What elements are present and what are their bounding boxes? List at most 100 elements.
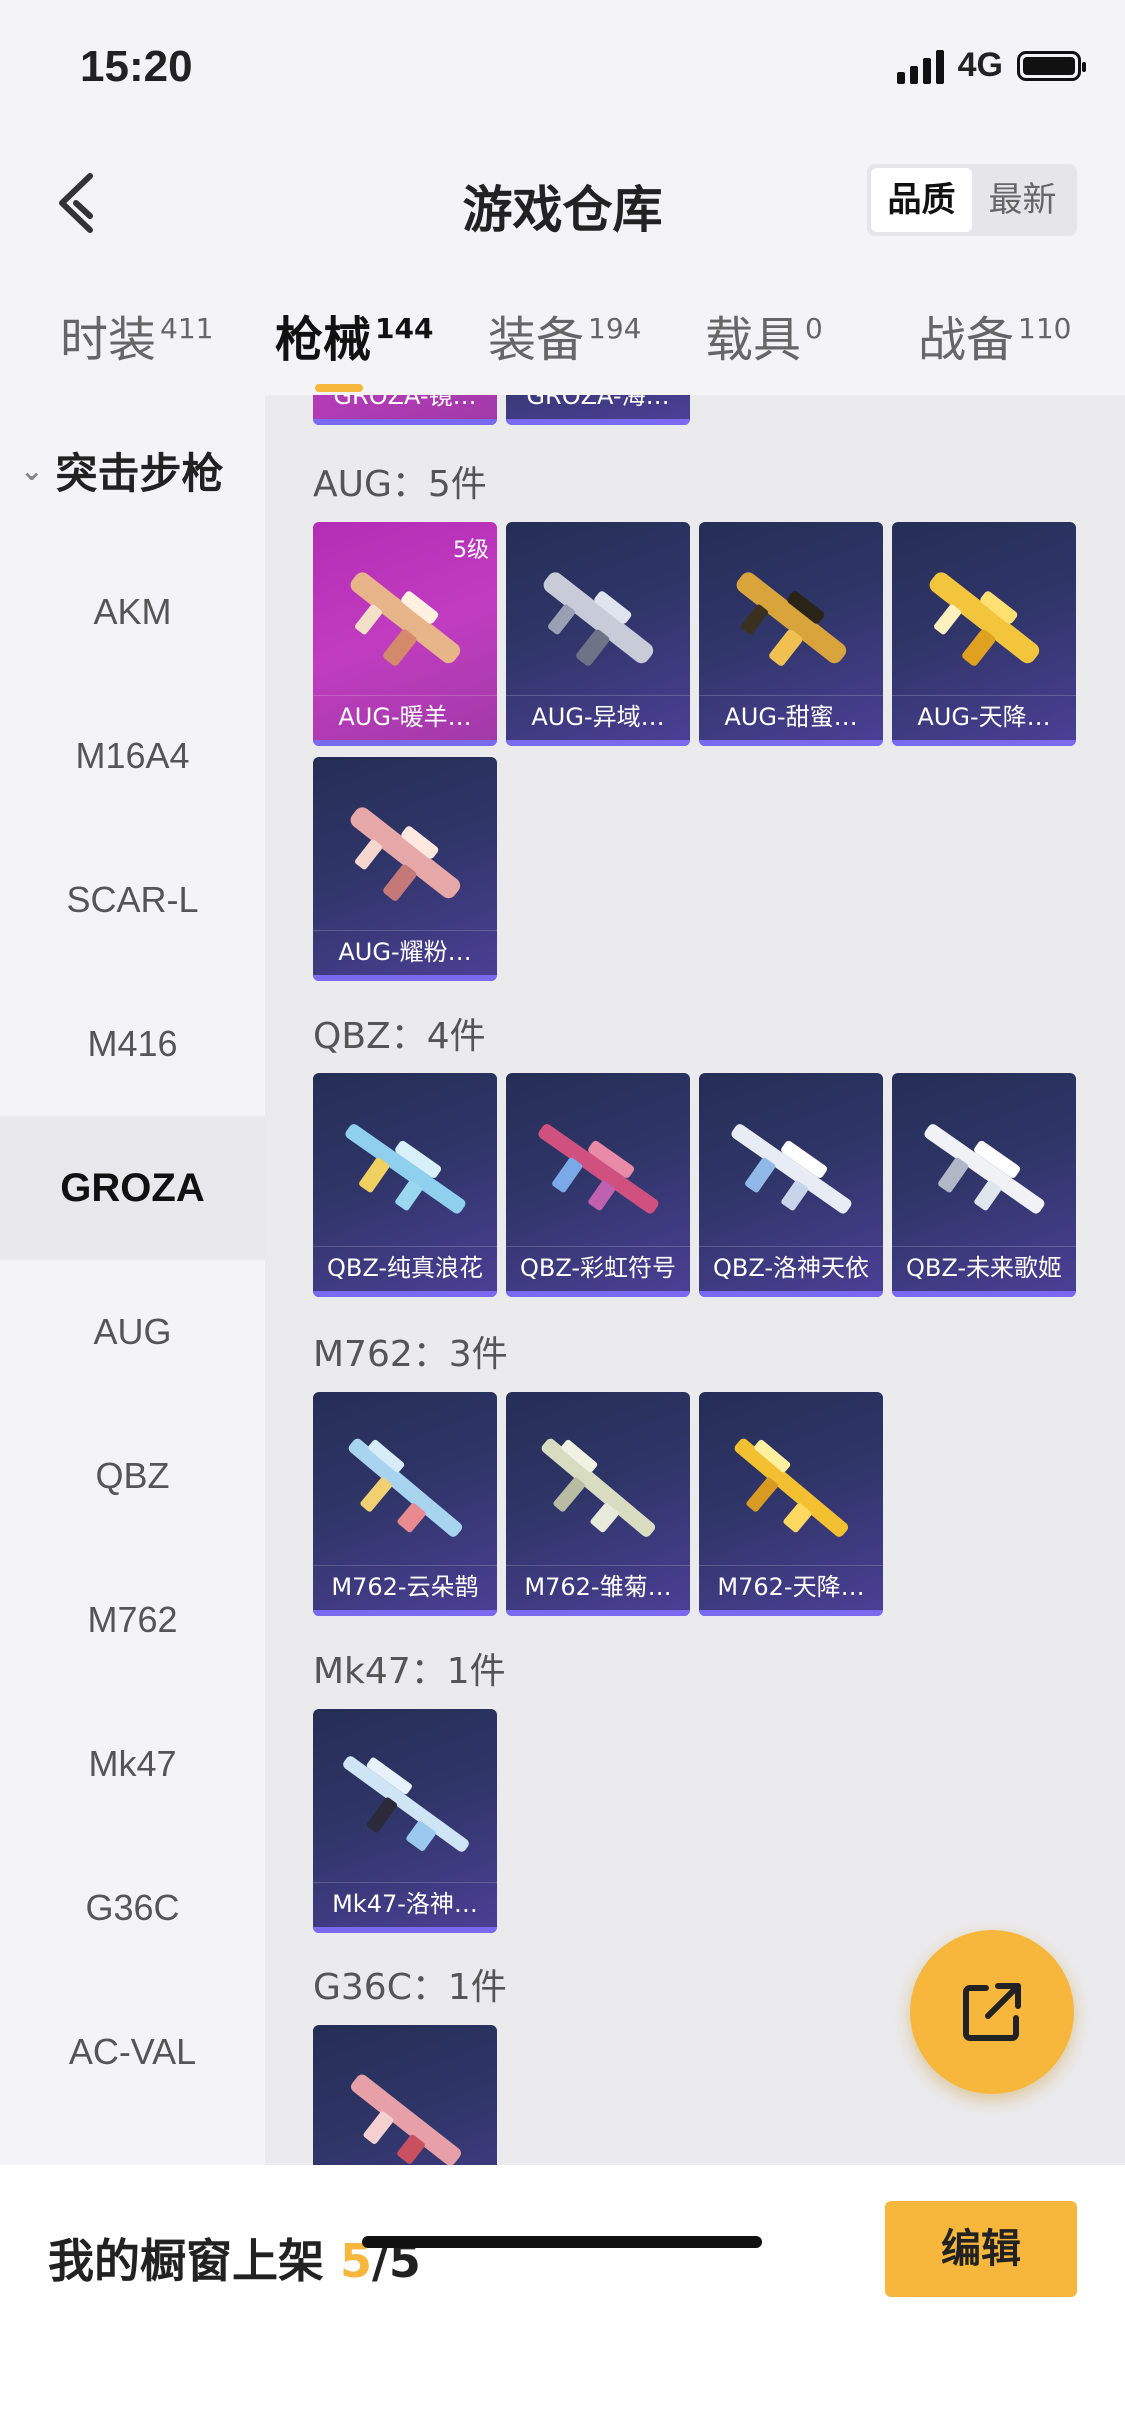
- gun-image-icon: [538, 1124, 659, 1214]
- group-label-aug: AUG：5件: [313, 464, 487, 505]
- tab-label: 装备: [488, 312, 585, 368]
- gun-image-icon: [350, 807, 461, 901]
- tab-vehicles[interactable]: 载具 0: [705, 300, 823, 370]
- tab-count: 0: [805, 312, 823, 345]
- tab-count: 144: [375, 312, 434, 345]
- tab-combat-gear[interactable]: 战备 110: [918, 300, 1071, 370]
- signal-icon: [896, 48, 944, 84]
- tab-label: 载具: [705, 312, 802, 368]
- battery-icon: [1017, 50, 1086, 81]
- weapon-card[interactable]: AUG-天降…: [892, 522, 1076, 746]
- tab-label: 时装: [60, 312, 157, 368]
- weapon-name: GROZA-海…: [526, 395, 670, 410]
- sidebar-item-aug[interactable]: AUG: [0, 1260, 265, 1404]
- sidebar-item-mk47[interactable]: Mk47: [0, 1692, 265, 1836]
- gun-image-icon: [345, 1124, 466, 1214]
- group-label-mk47: Mk47：1件: [313, 1651, 506, 1692]
- showcase-status: 我的橱窗上架 5/5: [48, 2225, 421, 2291]
- category-assault-rifles[interactable]: ⌄ 突击步枪: [20, 440, 223, 501]
- sort-newest-button[interactable]: 最新: [972, 168, 1073, 232]
- tab-label: 枪械: [275, 312, 372, 368]
- weapon-name: AUG-天降…: [917, 703, 1051, 731]
- weapon-name: M762-天降…: [717, 1573, 865, 1601]
- tab-equipment[interactable]: 装备 194: [488, 300, 641, 370]
- sidebar-item-m16a4[interactable]: M16A4: [0, 684, 265, 828]
- category-label: 突击步枪: [55, 449, 224, 498]
- tab-label: 战备: [918, 312, 1015, 368]
- tab-count: 194: [588, 312, 642, 345]
- weapon-card[interactable]: M762-雏菊…: [506, 1392, 690, 1616]
- weapon-name: M762-云朵鹊: [331, 1573, 479, 1601]
- tab-count: 110: [1018, 312, 1072, 345]
- weapon-card[interactable]: 5级 AUG-暖羊…: [313, 522, 497, 746]
- weapon-grid: GROZA-镜… GROZA-海… AUG：5件 5级 AUG-暖羊… AUG-…: [265, 395, 1125, 2165]
- weapon-name: AUG-暖羊…: [338, 703, 472, 731]
- sort-toggle: 品质 最新: [867, 164, 1077, 236]
- sidebar-item-groza[interactable]: GROZA: [0, 1116, 265, 1260]
- weapon-card[interactable]: Mk47-洛神…: [313, 1709, 497, 1933]
- weapon-name: QBZ-彩虹符号: [519, 1254, 677, 1282]
- sort-quality-button[interactable]: 品质: [871, 168, 972, 232]
- gun-image-icon: [924, 1124, 1045, 1214]
- category-tabs: 时装 411 枪械 144 装备 194 载具 0 战备 110: [0, 285, 1125, 395]
- tab-fashion[interactable]: 时装 411: [60, 300, 213, 370]
- sidebar-item-g36c[interactable]: G36C: [0, 1836, 265, 1980]
- home-indicator[interactable]: [362, 2236, 762, 2248]
- header: 游戏仓库 品质 最新: [0, 140, 1125, 270]
- weapon-card[interactable]: GROZA-镜…: [313, 395, 497, 425]
- sidebar-item-m416[interactable]: M416: [0, 972, 265, 1116]
- weapon-name: M762-雏菊…: [524, 1573, 672, 1601]
- sidebar-item-akm[interactable]: AKM: [0, 540, 265, 684]
- weapon-name: GROZA-镜…: [333, 395, 477, 410]
- weapon-card[interactable]: GROZA-海…: [506, 395, 690, 425]
- weapon-card[interactable]: AUG-甜蜜…: [699, 522, 883, 746]
- gun-image-icon: [543, 572, 654, 666]
- weapon-card[interactable]: M762-云朵鹊: [313, 1392, 497, 1616]
- weapon-card[interactable]: QBZ-彩虹符号: [506, 1073, 690, 1297]
- weapon-name: QBZ-洛神天依: [712, 1254, 870, 1282]
- weapon-sidebar: ⌄ 突击步枪 AKM M16A4 SCAR-L M416 GROZA AUG Q…: [0, 400, 265, 2170]
- sidebar-item-scar-l[interactable]: SCAR-L: [0, 828, 265, 972]
- gun-image-icon: [348, 1438, 463, 1537]
- gun-image-icon: [929, 572, 1040, 666]
- gun-image-icon: [343, 1756, 469, 1852]
- group-label-m762: M762：3件: [313, 1334, 508, 1375]
- weapon-card[interactable]: M762-天降…: [699, 1392, 883, 1616]
- sidebar-item-m762[interactable]: M762: [0, 1548, 265, 1692]
- weapon-card[interactable]: QBZ-未来歌姬: [892, 1073, 1076, 1297]
- weapon-card[interactable]: AUG-异域…: [506, 522, 690, 746]
- gun-image-icon: [734, 1438, 849, 1537]
- gun-image-icon: [351, 2074, 461, 2165]
- weapon-name: AUG-耀粉…: [338, 938, 472, 966]
- status-bar: 15:20 4G: [0, 0, 1125, 140]
- edit-button[interactable]: 编辑: [885, 2201, 1077, 2297]
- showcase-label: 我的橱窗上架: [48, 2234, 324, 2288]
- tab-guns[interactable]: 枪械 144: [275, 300, 434, 392]
- sidebar-item-ac-val[interactable]: AC-VAL: [0, 1980, 265, 2124]
- gun-image-icon: [736, 572, 847, 666]
- gun-image-icon: [731, 1124, 852, 1214]
- weapon-card[interactable]: [313, 2025, 497, 2165]
- status-icons: 4G: [896, 46, 1086, 85]
- gun-image-icon: [541, 1438, 656, 1537]
- share-button[interactable]: [910, 1930, 1074, 2094]
- status-time: 15:20: [80, 42, 193, 91]
- weapon-name: Mk47-洛神…: [332, 1890, 478, 1918]
- showcase-bar: 我的橱窗上架 5/5 编辑: [0, 2165, 1125, 2436]
- weapon-name: QBZ-未来歌姬: [905, 1254, 1063, 1282]
- chevron-down-icon: ⌄: [20, 454, 44, 487]
- sidebar-item-qbz[interactable]: QBZ: [0, 1404, 265, 1548]
- weapon-card[interactable]: AUG-耀粉…: [313, 757, 497, 981]
- active-tab-indicator: [315, 384, 363, 392]
- tab-count: 411: [160, 312, 214, 345]
- weapon-card[interactable]: QBZ-洛神天依: [699, 1073, 883, 1297]
- gun-image-icon: [350, 572, 461, 666]
- weapon-name: AUG-异域…: [531, 703, 665, 731]
- share-external-icon: [963, 1983, 1021, 2041]
- weapon-card[interactable]: QBZ-纯真浪花: [313, 1073, 497, 1297]
- weapon-name: AUG-甜蜜…: [724, 703, 858, 731]
- network-label: 4G: [957, 46, 1003, 84]
- group-label-g36c: G36C：1件: [313, 1967, 507, 2008]
- weapon-name: QBZ-纯真浪花: [326, 1254, 484, 1282]
- group-label-qbz: QBZ：4件: [313, 1016, 486, 1057]
